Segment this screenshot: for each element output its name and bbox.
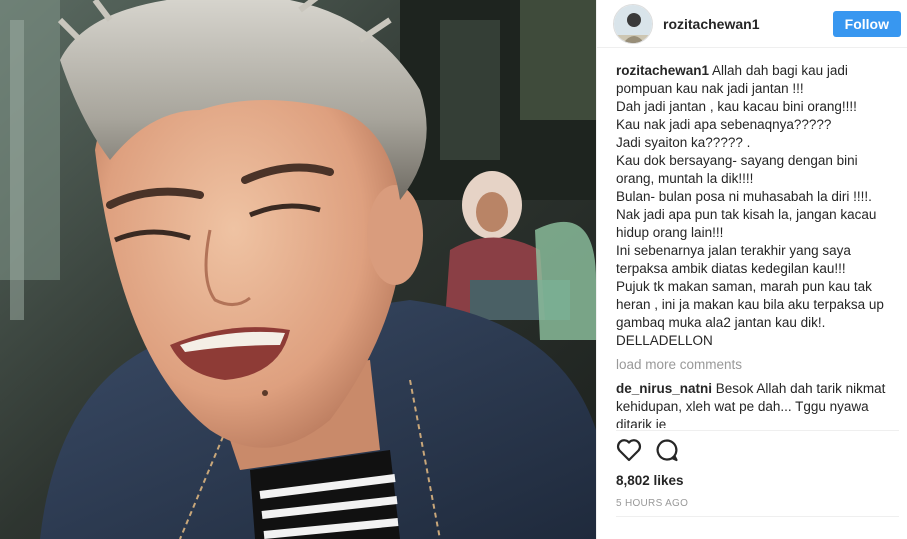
divider <box>616 516 899 517</box>
instagram-post: rozitachewan1 Follow rozitachewan1 Allah… <box>0 0 907 539</box>
caption: rozitachewan1 Allah dah bagi kau jadi po… <box>616 62 899 350</box>
speech-bubble-icon[interactable] <box>655 438 679 467</box>
post-details-panel: rozitachewan1 Follow rozitachewan1 Allah… <box>596 0 907 539</box>
selfie-image <box>0 0 596 539</box>
comments-section: rozitachewan1 Allah dah bagi kau jadi po… <box>616 62 899 428</box>
post-actions <box>616 438 679 467</box>
post-photo[interactable] <box>0 0 596 539</box>
post-header: rozitachewan1 Follow <box>597 0 907 48</box>
divider <box>616 430 899 431</box>
comment-username[interactable]: de_nirus_natni <box>616 381 712 396</box>
follow-button[interactable]: Follow <box>832 10 901 37</box>
avatar[interactable] <box>613 3 653 44</box>
post-timestamp[interactable]: 5 HOURS AGO <box>616 498 688 509</box>
heart-outline-icon[interactable] <box>616 438 642 467</box>
header-username[interactable]: rozitachewan1 <box>663 16 833 32</box>
avatar-image <box>614 4 652 43</box>
caption-username[interactable]: rozitachewan1 <box>616 63 709 78</box>
caption-text: Allah dah bagi kau jadi pompuan kau nak … <box>616 63 884 348</box>
load-more-comments-link[interactable]: load more comments <box>616 356 899 374</box>
likes-count[interactable]: 8,802 likes <box>616 473 684 488</box>
list-item: de_nirus_natni Besok Allah dah tarik nik… <box>616 380 899 428</box>
